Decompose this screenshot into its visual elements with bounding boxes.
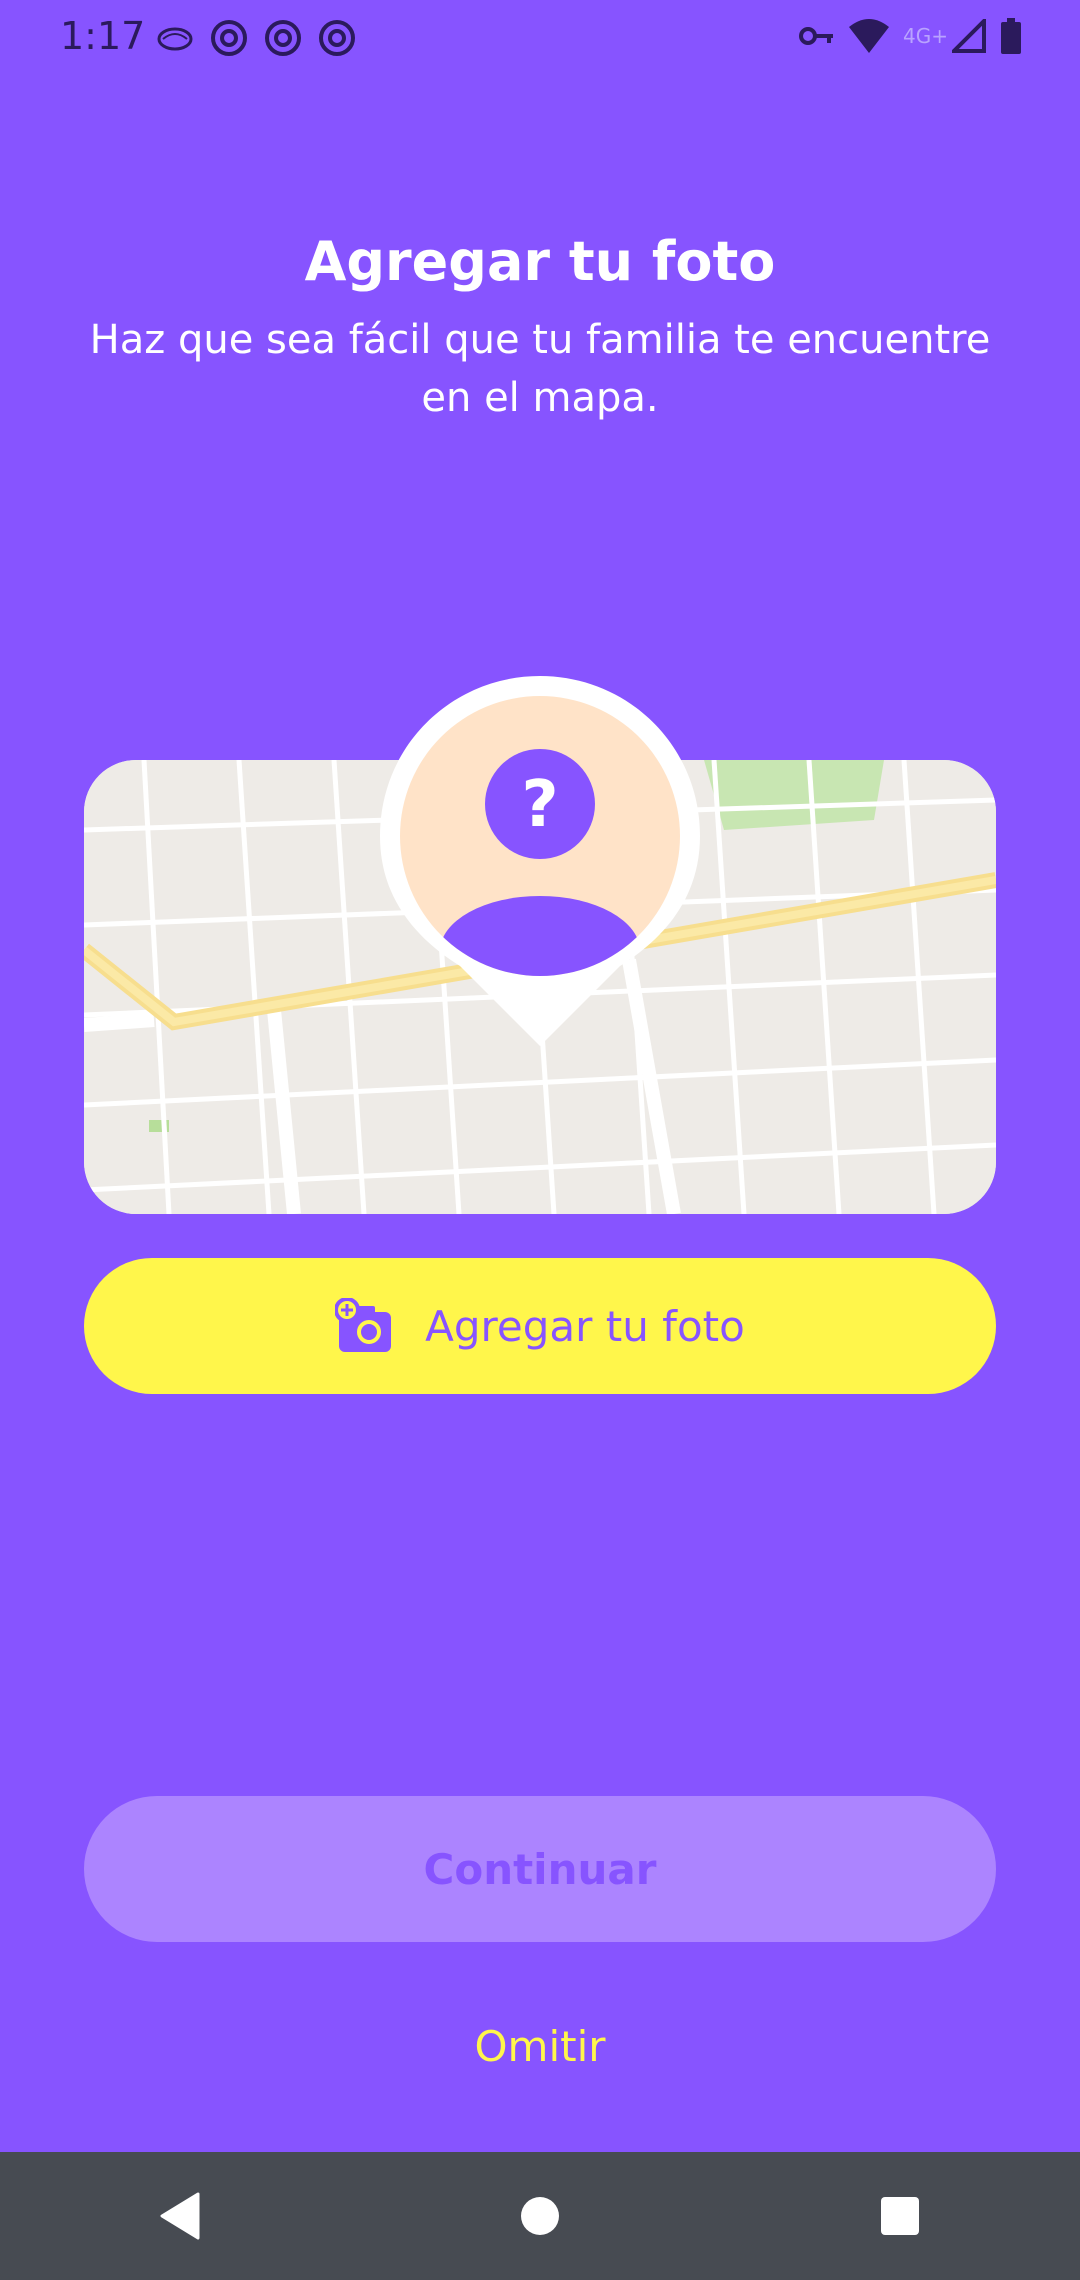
add-photo-button[interactable]: Agregar tu foto (84, 1258, 996, 1394)
continue-button[interactable]: Continuar (84, 1796, 996, 1942)
at-icon (265, 20, 301, 56)
nav-back-button[interactable] (100, 2166, 260, 2266)
back-icon (160, 2192, 200, 2240)
signal-icon (952, 19, 986, 53)
nav-home-button[interactable] (460, 2166, 620, 2266)
at-icon (319, 20, 355, 56)
home-icon (521, 2197, 559, 2235)
add-photo-label: Agregar tu foto (425, 1301, 745, 1351)
continue-label: Continuar (423, 1844, 657, 1894)
recents-icon (881, 2197, 919, 2235)
page-subtitle: Haz que sea fácil que tu familia te encu… (89, 317, 991, 421)
at-icon (211, 20, 247, 56)
status-bar: 1:17 4G+ (0, 0, 1080, 80)
add-photo-camera-icon (335, 1298, 392, 1352)
header: Agregar tu foto Haz que sea fácil que tu… (0, 230, 1080, 427)
notification-icons (155, 18, 357, 58)
system-icons: 4G+ (799, 18, 1022, 54)
status-time: 1:17 (60, 14, 146, 58)
page-title: Agregar tu foto (304, 230, 776, 293)
network-type: 4G+ (903, 24, 948, 48)
chameleon-icon (157, 27, 193, 51)
wifi-icon (849, 19, 890, 53)
battery-icon (1001, 18, 1021, 54)
vpn-key-icon (799, 27, 834, 45)
nav-recents-button[interactable] (820, 2166, 980, 2266)
skip-link[interactable]: Omitir (0, 2022, 1080, 2071)
pin-question-mark: ? (521, 768, 559, 842)
avatar-pin (380, 676, 700, 1046)
system-nav-bar (0, 2152, 1080, 2280)
